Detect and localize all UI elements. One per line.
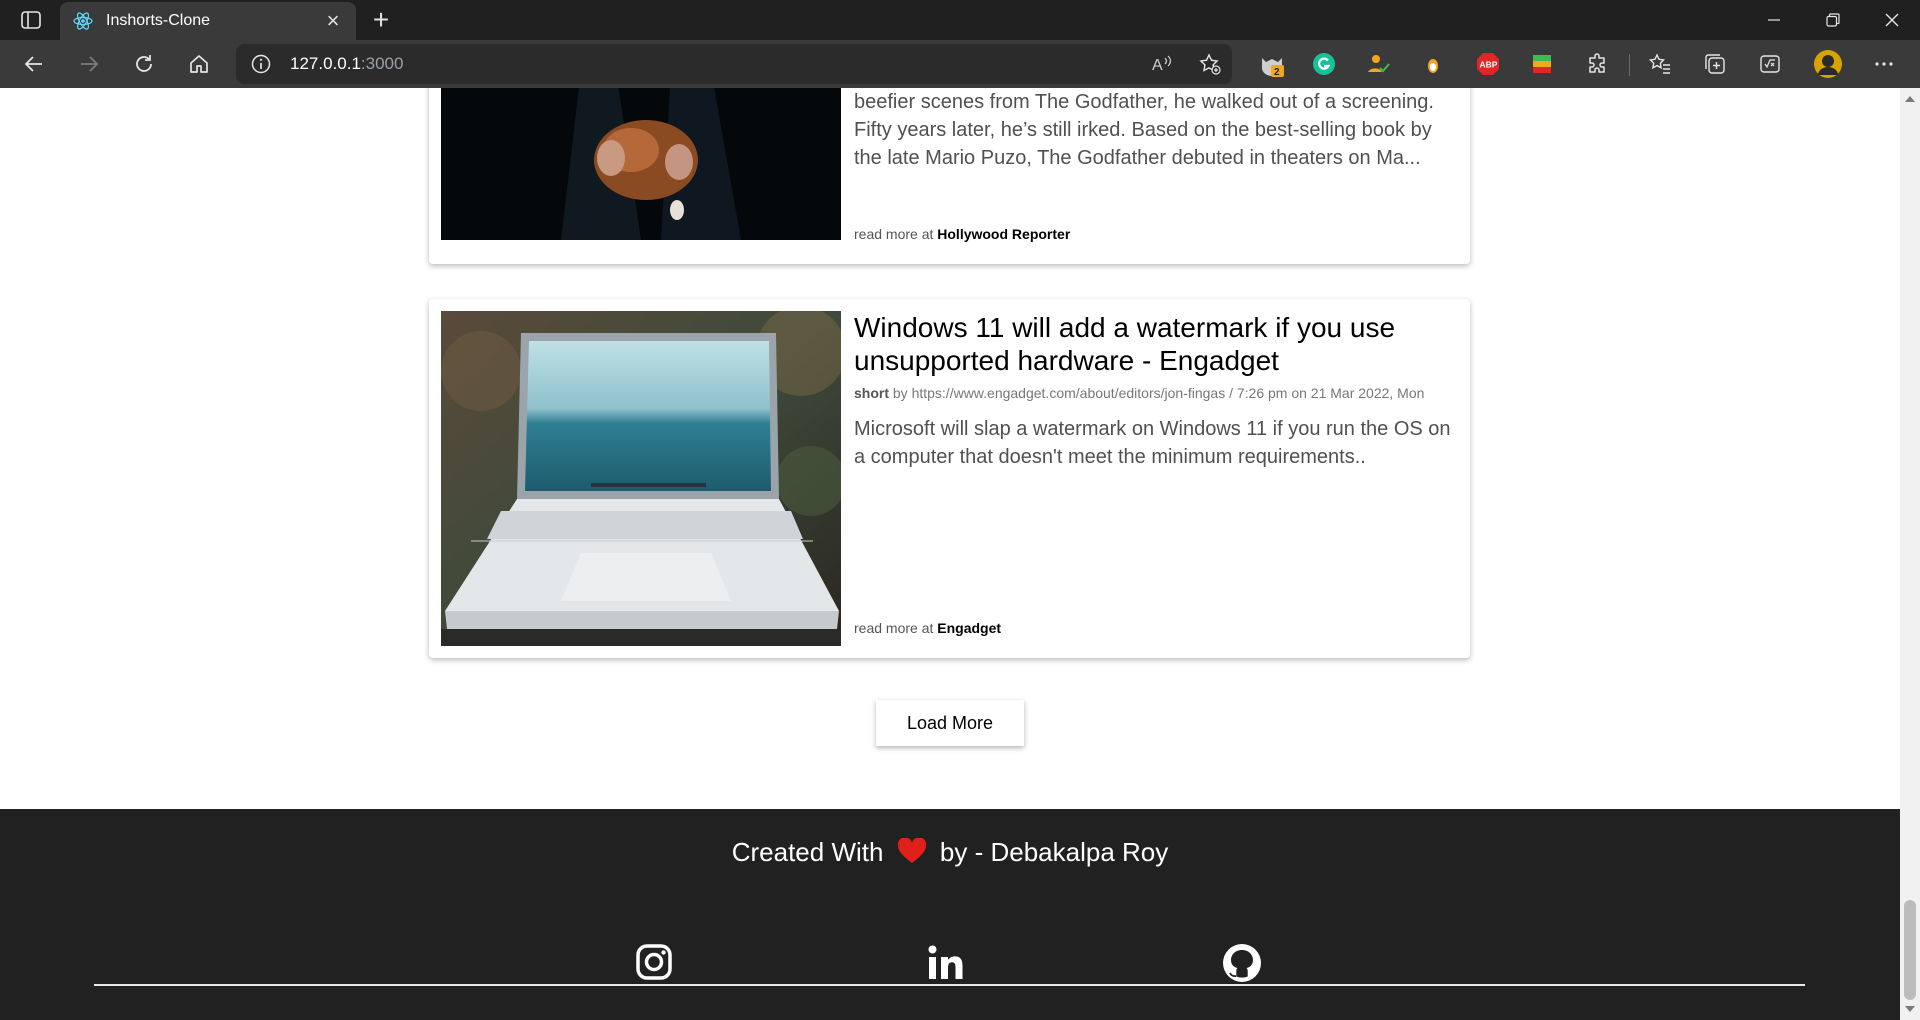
extension-person-check-icon[interactable] <box>1364 50 1392 78</box>
news-meta: short by https://www.engadget.com/about/… <box>854 385 1456 401</box>
source-link[interactable]: Hollywood Reporter <box>937 226 1070 242</box>
read-aloud-icon[interactable]: A <box>1148 50 1176 78</box>
extension-badge: 2 <box>1274 67 1280 78</box>
heart-icon <box>897 838 926 863</box>
news-description: Microsoft will slap a watermark on Windo… <box>854 418 1451 468</box>
github-icon[interactable] <box>1222 943 1262 983</box>
page-scrollbar[interactable] <box>1900 88 1920 1020</box>
extensions-puzzle-icon[interactable] <box>1584 50 1612 78</box>
news-headline[interactable]: Windows 11 will add a watermark if you u… <box>854 311 1456 377</box>
minimize-icon[interactable] <box>1746 0 1802 40</box>
read-more: read more at Hollywood Reporter <box>854 226 1070 242</box>
extension-cat-icon[interactable]: 2 <box>1258 50 1286 78</box>
more-menu-icon[interactable] <box>1870 50 1898 78</box>
tab-title: Inshorts-Clone <box>106 12 211 29</box>
math-solver-icon[interactable] <box>1756 50 1784 78</box>
browser-titlebar: Inshorts-Clone × + <box>0 0 1920 40</box>
extension-color-grid-icon[interactable] <box>1528 50 1556 78</box>
favorites-icon[interactable] <box>1646 50 1674 78</box>
collections-icon[interactable] <box>1701 50 1729 78</box>
scroll-up-arrow-icon[interactable] <box>1905 96 1915 102</box>
react-icon <box>72 10 94 32</box>
tab-actions-icon[interactable] <box>14 9 48 31</box>
back-icon[interactable] <box>16 46 52 82</box>
news-card: beefier scenes from The Godfather, he wa… <box>429 88 1470 264</box>
news-card: Windows 11 will add a watermark if you u… <box>429 299 1470 658</box>
url-port: :3000 <box>360 54 404 73</box>
site-info-icon[interactable] <box>250 53 272 75</box>
read-more: read more at Engadget <box>854 620 1001 636</box>
add-favorite-icon[interactable] <box>1196 50 1224 78</box>
load-more-button[interactable]: Load More <box>876 700 1024 746</box>
browser-tab[interactable]: Inshorts-Clone × <box>60 2 356 40</box>
scroll-down-arrow-icon[interactable] <box>1905 1006 1915 1012</box>
close-window-icon[interactable] <box>1864 0 1920 40</box>
refresh-icon[interactable] <box>126 46 162 82</box>
footer-divider <box>94 984 1805 986</box>
home-icon[interactable] <box>181 46 217 82</box>
credit-after: by - Debakalpa Roy <box>939 837 1169 867</box>
forward-icon[interactable] <box>71 46 107 82</box>
footer-credit: Created With by - Debakalpa Roy <box>0 837 1900 868</box>
source-link[interactable]: Engadget <box>937 620 1001 636</box>
meta-label: short <box>854 385 889 401</box>
read-more-prefix: read more at <box>854 620 934 636</box>
scrollbar-thumb[interactable] <box>1904 900 1916 1000</box>
news-image-laptop <box>441 311 841 646</box>
profile-avatar[interactable] <box>1812 48 1844 80</box>
page-viewport: beefier scenes from The Godfather, he wa… <box>0 88 1900 1020</box>
svg-text:A: A <box>1152 57 1163 74</box>
footer: Created With by - Debakalpa Roy <box>0 809 1900 1020</box>
tab-close-icon[interactable]: × <box>322 10 344 32</box>
grammarly-icon[interactable] <box>1310 50 1338 78</box>
adblock-plus-icon[interactable]: ABP <box>1474 50 1502 78</box>
url-text[interactable]: 127.0.0.1:3000 <box>290 54 403 74</box>
address-bar[interactable]: 127.0.0.1:3000 A <box>236 44 1232 84</box>
new-tab-icon[interactable]: + <box>366 6 396 36</box>
url-host: 127.0.0.1 <box>290 54 361 73</box>
credit-before: Created With <box>731 837 884 867</box>
news-image-godfather <box>441 88 841 240</box>
extension-flame-icon[interactable] <box>1419 50 1447 78</box>
svg-text:ABP: ABP <box>1480 60 1498 70</box>
restore-icon[interactable] <box>1805 0 1861 40</box>
news-description: beefier scenes from The Godfather, he wa… <box>854 91 1434 169</box>
linkedin-icon[interactable] <box>926 943 966 983</box>
toolbar-separator <box>1629 54 1630 76</box>
browser-toolbar: 127.0.0.1:3000 A 2 ABP <box>0 40 1920 88</box>
instagram-icon[interactable] <box>635 943 675 983</box>
meta-text: by https://www.engadget.com/about/editor… <box>892 385 1425 401</box>
read-more-prefix: read more at <box>854 226 934 242</box>
